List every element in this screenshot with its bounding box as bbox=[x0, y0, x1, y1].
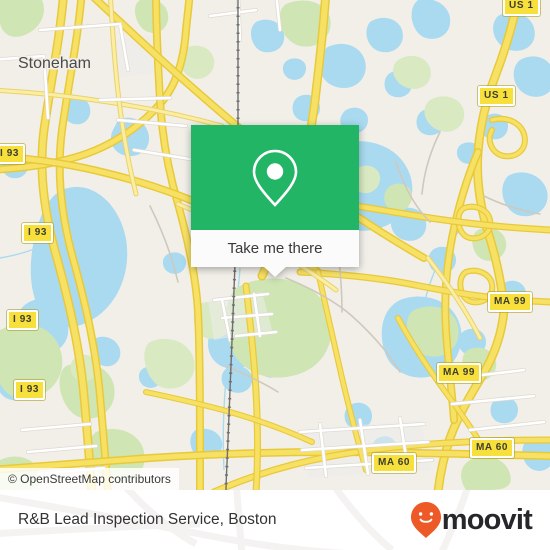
moovit-wordmark: moovit bbox=[441, 503, 533, 536]
moovit-map-screenshot: .w { fill:#a9daf0; } .pk { fill:#cfe6b4;… bbox=[0, 0, 550, 550]
popup-header bbox=[191, 125, 359, 230]
road-shield: I 93 bbox=[0, 144, 26, 164]
popup-pointer bbox=[263, 266, 287, 277]
take-me-there-label: Take me there bbox=[227, 240, 323, 257]
moovit-pin-icon bbox=[410, 502, 441, 538]
road-shield: US 1 bbox=[503, 0, 540, 16]
road-shield: MA 60 bbox=[470, 438, 515, 458]
road-shield: I 93 bbox=[14, 380, 46, 400]
map-attribution[interactable]: © OpenStreetMap contributors bbox=[0, 468, 179, 490]
road-shield: MA 99 bbox=[437, 363, 482, 383]
map-pin-icon bbox=[252, 149, 298, 207]
location-popup[interactable]: Take me there bbox=[191, 125, 359, 277]
page-title: R&B Lead Inspection Service, Boston bbox=[18, 511, 277, 528]
map-canvas[interactable]: .w { fill:#a9daf0; } .pk { fill:#cfe6b4;… bbox=[0, 0, 550, 490]
road-shield: I 93 bbox=[22, 223, 54, 243]
popup-footer[interactable]: Take me there bbox=[191, 230, 359, 277]
footer-bar: R&B Lead Inspection Service, Boston moov… bbox=[0, 490, 550, 550]
moovit-logo[interactable]: moovit bbox=[410, 502, 533, 538]
road-shield: US 1 bbox=[478, 86, 515, 106]
road-shield: MA 60 bbox=[372, 453, 417, 473]
road-shield: MA 99 bbox=[488, 292, 533, 312]
road-shield: I 93 bbox=[7, 310, 39, 330]
